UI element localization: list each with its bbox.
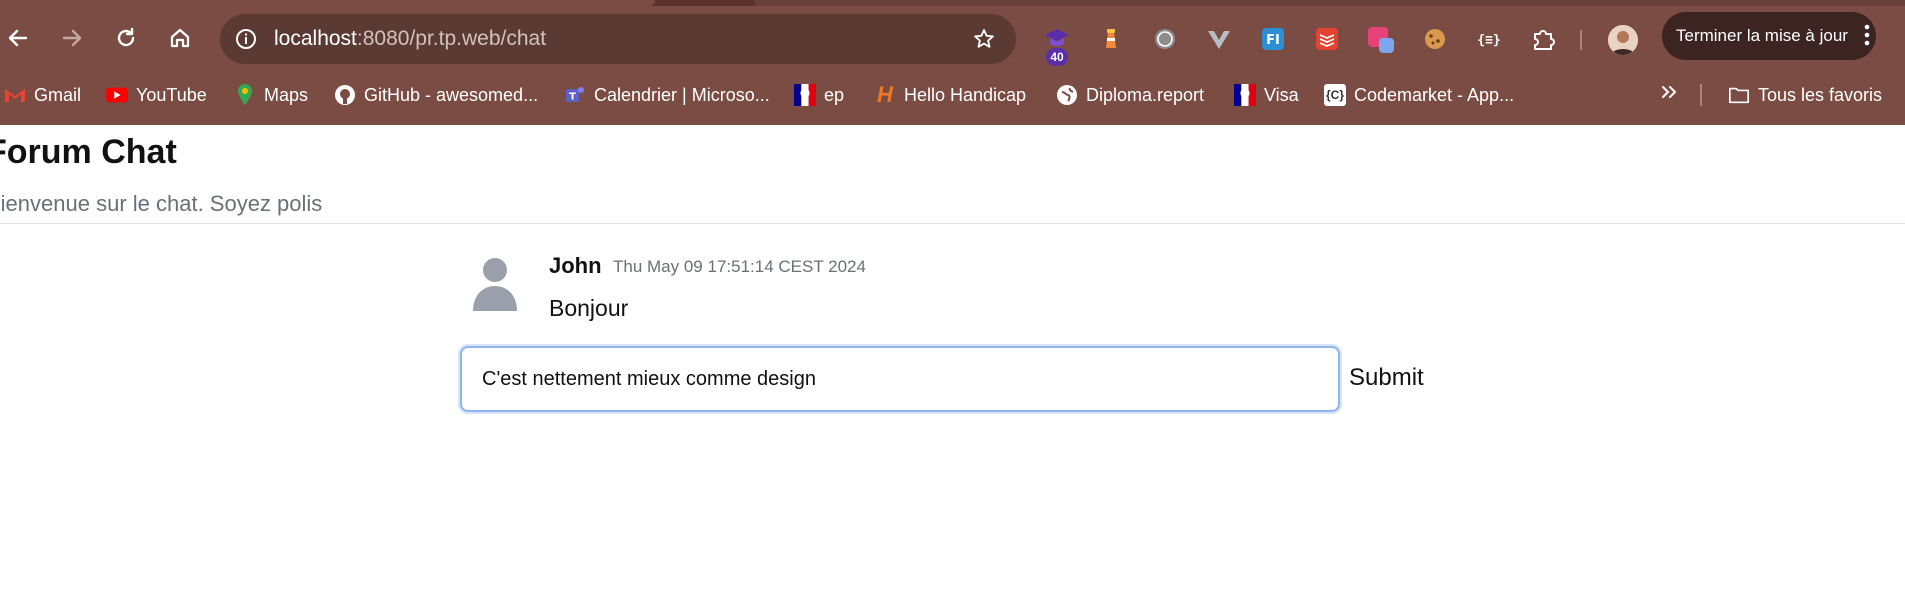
bookmark-github[interactable]: GitHub - awesomed... [334,78,538,112]
url-host: localhost [274,27,357,50]
bookmark-gmail[interactable]: Gmail [4,78,81,112]
extension-json-icon[interactable]: {≡} [1474,24,1504,54]
reload-icon [117,27,135,47]
update-button[interactable]: Terminer la mise à jour [1662,12,1876,60]
bookmark-codemarket[interactable]: {C} Codemarket - App... [1324,78,1514,112]
cookie-icon [1425,29,1445,49]
puzzle-icon [1534,30,1555,50]
double-chevron-right-icon [1662,86,1677,98]
toolbar-divider [1580,30,1582,50]
bookmark-ep[interactable]: ep [794,78,844,112]
page-subtitle: Bienvenue sur le chat. Soyez polis [0,191,323,216]
bookmark-label: Hello Handicap [904,84,1027,105]
maps-icon [234,84,256,106]
folder-icon [1728,84,1750,106]
bookmark-label: Maps [264,84,309,105]
user-avatar-icon [473,258,517,311]
back-button[interactable] [4,24,32,52]
extension-vue-icon[interactable] [1204,24,1234,54]
message-text: Bonjour [549,295,629,321]
color-picker-icon [1368,27,1394,53]
marianne-icon [1234,84,1256,106]
bookmark-maps[interactable]: Maps [234,78,308,112]
forward-button[interactable] [58,24,86,52]
bookmark-star-icon[interactable] [972,27,996,51]
profile-face-icon [1608,25,1638,55]
codemarket-icon: {C} [1324,84,1346,106]
page-title: Forum Chat [0,133,177,171]
browser-toolbar: localhost:8080/pr.tp.web/chat 40 FI {≡} … [0,8,1905,70]
svg-text:{≡}: {≡} [1477,33,1500,48]
bookmark-label: Codemarket - App... [1354,84,1515,105]
vue-devtools-icon [1208,31,1230,49]
extension-todoist-icon[interactable] [1312,24,1342,54]
bookmarks-bar: Gmail YouTube Maps GitHub - awesomed... … [0,78,1905,112]
github-icon [334,84,356,106]
bookmark-calendrier[interactable]: T Calendrier | Microso... [564,78,770,112]
marianne-icon [794,84,816,106]
bookmarks-overflow-button[interactable] [1656,82,1682,108]
wordpress-icon [1155,29,1175,49]
bookmark-hello-handicap[interactable]: H Hello Handicap [874,78,1026,112]
fi-extension-icon: FI [1262,28,1284,50]
all-bookmarks-button[interactable]: Tous les favoris [1728,78,1882,112]
bookmarks-divider [1700,84,1702,106]
inactive-tab-edge[interactable] [755,0,1905,6]
submit-button[interactable]: Submit [1349,360,1424,396]
site-info-icon[interactable] [234,27,258,51]
chat-message: John Thu May 09 17:51:14 CEST 2024 Bonjo… [470,253,1270,333]
svg-text:T: T [569,92,576,103]
bookmark-label: Visa [1264,84,1299,105]
extension-cookie-icon[interactable] [1420,24,1450,54]
all-bookmarks-label: Tous les favoris [1758,84,1883,105]
extension-color-picker-icon[interactable] [1366,24,1396,54]
bookmark-label: Gmail [34,84,82,105]
browser-chrome: localhost:8080/pr.tp.web/chat 40 FI {≡} … [0,0,1905,125]
home-button[interactable] [166,24,194,52]
browser-menu-button[interactable] [1862,20,1872,50]
url-path: :8080/pr.tp.web/chat [356,27,547,50]
todoist-icon [1316,28,1338,50]
page-header: Forum Chat Bienvenue sur le chat. Soyez … [0,125,1905,224]
extension-fi-icon[interactable]: FI [1258,24,1288,54]
message-input[interactable] [460,346,1340,412]
address-url[interactable]: localhost:8080/pr.tp.web/chat [274,27,546,51]
tab-strip [0,0,1905,6]
arrow-left-icon [8,29,28,47]
lighthouse-icon [1106,29,1116,48]
active-tab-edge[interactable] [0,0,655,6]
youtube-icon [106,84,128,106]
extension-badge-count: 40 [1046,48,1068,66]
profile-avatar[interactable] [1608,25,1638,55]
bookmark-label: GitHub - awesomed... [364,84,539,105]
bookmark-label: Calendrier | Microso... [594,84,770,105]
message-author: John [549,253,602,278]
bookmark-label: ep [824,84,845,105]
page-content: Forum Chat Bienvenue sur le chat. Soyez … [0,125,1905,608]
extension-lighthouse-icon[interactable] [1096,24,1126,54]
kebab-menu-icon [1864,24,1870,46]
home-icon [170,28,190,48]
svg-text:FI: FI [1266,33,1280,48]
bookmark-visa[interactable]: Visa [1234,78,1299,112]
json-braces-icon: {≡} [1477,33,1500,48]
bookmark-label: Diploma.report [1086,84,1205,105]
address-bar[interactable]: localhost:8080/pr.tp.web/chat [220,14,1016,64]
arrow-right-icon [62,29,82,47]
bookmark-diploma-report[interactable]: Diploma.report [1056,78,1204,112]
gmail-icon [4,84,26,106]
bookmark-youtube[interactable]: YouTube [106,78,207,112]
extension-wordpress-icon[interactable] [1150,24,1180,54]
globe-icon [1056,84,1078,106]
hello-handicap-icon: H [877,82,893,107]
reload-button[interactable] [112,24,140,52]
teams-icon: T [564,84,586,106]
bookmark-label: YouTube [136,84,207,105]
message-timestamp: Thu May 09 17:51:14 CEST 2024 [613,257,866,276]
extensions-menu-button[interactable] [1528,24,1558,54]
